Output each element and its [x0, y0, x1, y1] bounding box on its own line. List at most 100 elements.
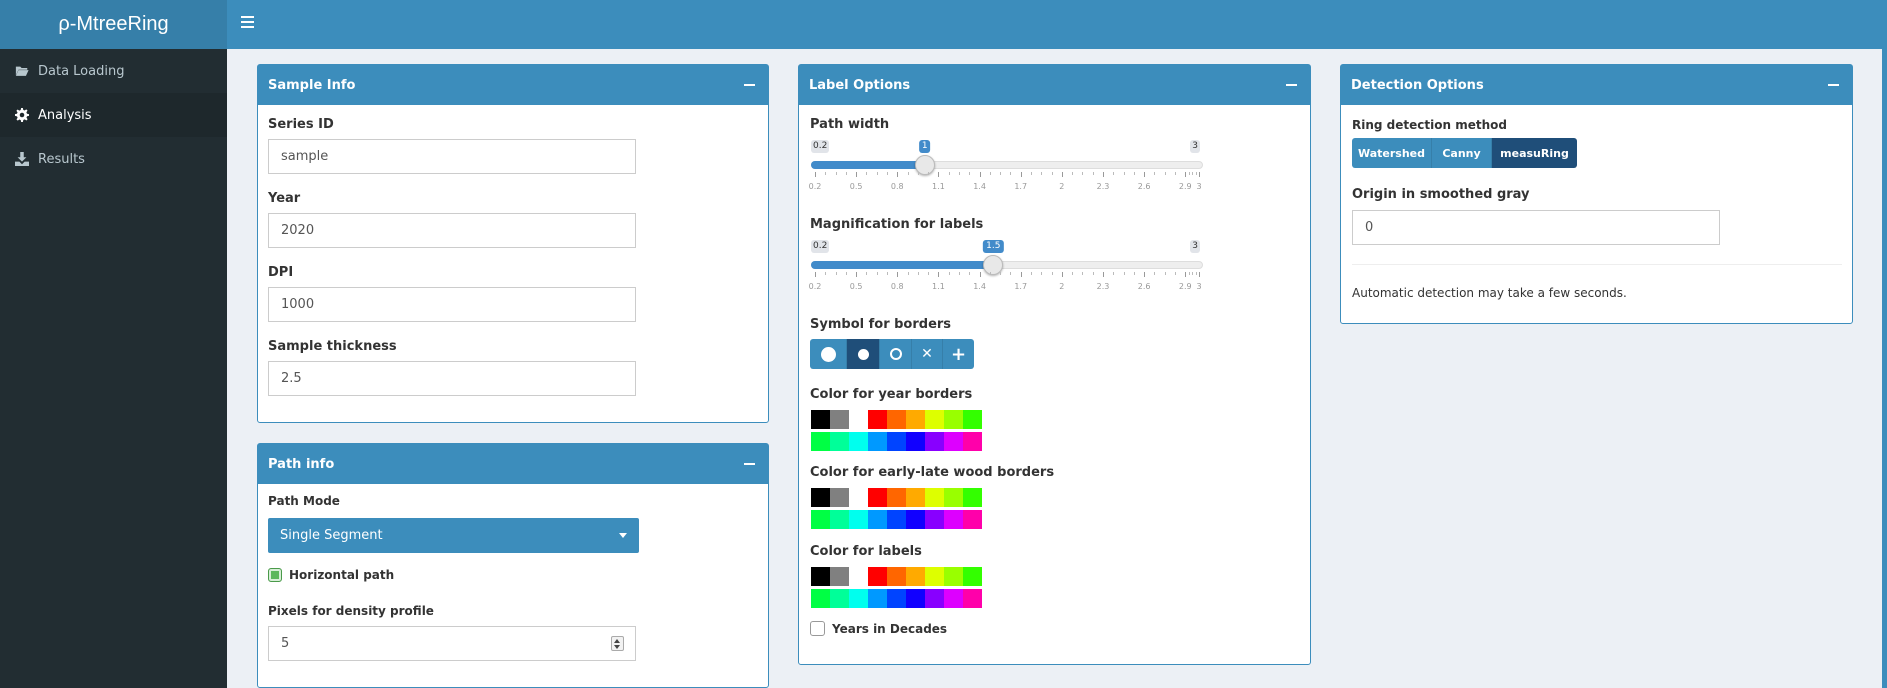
- caret-down-icon: [619, 533, 627, 538]
- collapse-icon[interactable]: [744, 79, 756, 91]
- label-options-header: Label Options: [799, 65, 1310, 105]
- symbol-button-open-circle[interactable]: [880, 339, 912, 369]
- slider-tick-label: 1.1: [932, 182, 945, 191]
- color-swatch[interactable]: [906, 567, 925, 586]
- color-swatch[interactable]: [887, 488, 906, 507]
- color-swatch[interactable]: [887, 410, 906, 429]
- color-swatch[interactable]: [849, 567, 868, 586]
- spinner-arrows-icon[interactable]: [611, 636, 624, 651]
- color-swatch[interactable]: [868, 589, 887, 608]
- path-mode-select[interactable]: Single Segment: [268, 518, 639, 553]
- color-swatch[interactable]: [849, 589, 868, 608]
- slider-minor-tick: [1113, 172, 1115, 175]
- method-watershed-button[interactable]: Watershed: [1352, 138, 1432, 168]
- color-swatch[interactable]: [887, 589, 906, 608]
- color-swatch[interactable]: [868, 567, 887, 586]
- path-width-slider[interactable]: 0.2 3 1 0.2 0.5 0.8 1.1 1.4 1.7 2 2.3 2.6 2.9 3: [809, 140, 1203, 200]
- color-swatch[interactable]: [963, 589, 982, 608]
- magnification-slider[interactable]: 0.2 3 1.5 0.2 0.5 0.8 1.1 1.4 1.7 2 2.3 2.6 2.9 3: [809, 240, 1203, 300]
- app-logo[interactable]: ρ-MtreeRing: [0, 0, 227, 49]
- dpi-input[interactable]: [268, 287, 636, 322]
- sidebar-item-analysis[interactable]: Analysis: [0, 93, 227, 137]
- symbol-button-plus[interactable]: +: [943, 339, 974, 369]
- color-swatch[interactable]: [906, 488, 925, 507]
- color-swatch[interactable]: [830, 410, 849, 429]
- color-swatch[interactable]: [811, 488, 830, 507]
- slider-max-label: 3: [1190, 240, 1200, 253]
- color-swatch[interactable]: [811, 589, 830, 608]
- pixels-input[interactable]: [268, 626, 636, 661]
- horizontal-path-checkbox[interactable]: [268, 568, 282, 582]
- color-swatch[interactable]: [906, 432, 925, 451]
- color-swatch[interactable]: [925, 589, 944, 608]
- color-swatch[interactable]: [868, 410, 887, 429]
- color-swatch[interactable]: [868, 432, 887, 451]
- color-swatch[interactable]: [944, 510, 963, 529]
- color-swatch[interactable]: [944, 432, 963, 451]
- color-swatch[interactable]: [849, 410, 868, 429]
- slider-minor-tick: [887, 272, 888, 275]
- color-swatch[interactable]: [849, 432, 868, 451]
- color-swatch[interactable]: [944, 567, 963, 586]
- color-swatch[interactable]: [963, 432, 982, 451]
- color-swatch[interactable]: [944, 410, 963, 429]
- color-swatch[interactable]: [944, 488, 963, 507]
- method-measuring-button[interactable]: measuRing: [1492, 138, 1577, 168]
- color-swatch[interactable]: [811, 410, 830, 429]
- color-swatch[interactable]: [925, 567, 944, 586]
- slider-minor-tick: [1010, 272, 1012, 275]
- color-swatch[interactable]: [849, 488, 868, 507]
- thickness-input[interactable]: [268, 361, 636, 396]
- sidebar-item-data-loading[interactable]: Data Loading: [0, 49, 227, 93]
- color-swatch[interactable]: [868, 488, 887, 507]
- color-swatch[interactable]: [830, 488, 849, 507]
- color-swatch[interactable]: [906, 410, 925, 429]
- series-id-input[interactable]: [268, 139, 636, 174]
- slider-minor-tick: [907, 272, 909, 275]
- color-swatch[interactable]: [925, 510, 944, 529]
- color-swatch[interactable]: [925, 488, 944, 507]
- color-swatch[interactable]: [830, 567, 849, 586]
- slider-minor-tick: [1133, 172, 1135, 175]
- decades-checkbox[interactable]: [810, 621, 825, 636]
- color-swatch[interactable]: [887, 567, 906, 586]
- sidebar-toggle-icon[interactable]: [241, 16, 254, 28]
- symbol-button-cross[interactable]: ✕: [912, 339, 943, 369]
- slider-tick: [938, 272, 940, 277]
- color-swatch[interactable]: [830, 589, 849, 608]
- collapse-icon[interactable]: [1286, 79, 1298, 91]
- color-swatch[interactable]: [944, 589, 963, 608]
- origin-input[interactable]: [1352, 210, 1720, 245]
- color-swatch[interactable]: [906, 589, 925, 608]
- labels-color-label: Color for labels: [810, 544, 922, 559]
- color-swatch[interactable]: [963, 410, 982, 429]
- slider-tick-label: 1.7: [1014, 182, 1028, 191]
- collapse-icon[interactable]: [1828, 79, 1840, 91]
- color-swatch[interactable]: [963, 488, 982, 507]
- color-swatch[interactable]: [925, 410, 944, 429]
- symbol-button-circle[interactable]: [847, 339, 880, 369]
- color-swatch[interactable]: [963, 510, 982, 529]
- method-canny-button[interactable]: Canny: [1432, 138, 1492, 168]
- slider-tick-label: 3: [1196, 182, 1202, 191]
- color-swatch[interactable]: [811, 567, 830, 586]
- color-swatch[interactable]: [887, 510, 906, 529]
- slider-minor-tick: [1113, 272, 1115, 275]
- year-input[interactable]: [268, 213, 636, 248]
- color-swatch[interactable]: [830, 510, 849, 529]
- color-swatch[interactable]: [906, 510, 925, 529]
- symbol-button-large-circle[interactable]: [810, 339, 847, 369]
- color-swatch[interactable]: [811, 432, 830, 451]
- color-swatch[interactable]: [868, 510, 887, 529]
- collapse-icon[interactable]: [744, 458, 756, 470]
- color-swatch[interactable]: [963, 567, 982, 586]
- slider-minor-tick: [1072, 272, 1074, 275]
- earlylate-color-label: Color for early-late wood borders: [810, 465, 1055, 480]
- color-swatch[interactable]: [887, 432, 906, 451]
- color-swatch[interactable]: [811, 510, 830, 529]
- color-swatch[interactable]: [925, 432, 944, 451]
- color-swatch[interactable]: [830, 432, 849, 451]
- app-title: ρ-MtreeRing: [58, 13, 169, 35]
- color-swatch[interactable]: [849, 510, 868, 529]
- sidebar-item-results[interactable]: Results: [0, 137, 227, 181]
